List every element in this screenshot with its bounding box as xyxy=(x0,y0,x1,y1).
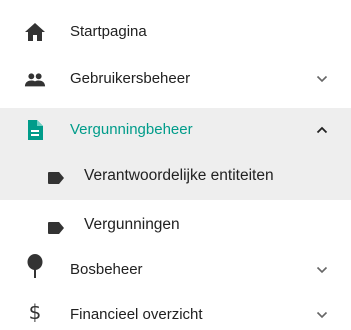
dollar-icon: $ xyxy=(28,300,42,324)
sidebar-subitem-vergunningen[interactable]: Vergunningen xyxy=(0,206,351,242)
chevron-down-icon[interactable] xyxy=(315,263,329,277)
chevron-down-icon[interactable] xyxy=(315,308,329,322)
sidebar-item-label: Startpagina xyxy=(70,23,147,40)
sidebar-item-startpagina[interactable]: Startpagina xyxy=(0,16,351,48)
sidebar-item-label: Verantwoordelijke entiteiten xyxy=(84,167,274,184)
chevron-up-icon[interactable] xyxy=(315,123,329,137)
home-icon xyxy=(24,21,46,43)
sidebar-subitem-verantwoordelijke-entiteiten[interactable]: Verantwoordelijke entiteiten xyxy=(0,152,351,200)
sidebar-item-label: Gebruikersbeheer xyxy=(70,70,191,87)
users-icon xyxy=(24,69,46,91)
sidebar-item-label: Vergunningbeheer xyxy=(70,121,193,138)
sidebar-item-label: Vergunningen xyxy=(84,216,180,233)
tree-icon xyxy=(24,254,46,278)
sidebar-item-vergunningbeheer[interactable]: Vergunningbeheer xyxy=(0,108,351,152)
sidebar-item-bosbeheer[interactable]: Bosbeheer xyxy=(0,252,351,286)
label-icon xyxy=(46,167,66,189)
sidebar-item-label: Financieel overzicht xyxy=(70,306,203,323)
sidebar-item-gebruikersbeheer[interactable]: Gebruikersbeheer xyxy=(0,62,351,94)
sidebar-item-financieel-overzicht[interactable]: $ Financieel overzicht xyxy=(0,296,351,330)
label-icon xyxy=(46,217,66,239)
sidebar-nav: Startpagina Gebruikersbeheer Vergunningb… xyxy=(0,0,351,330)
sidebar-item-label: Bosbeheer xyxy=(70,261,143,278)
chevron-down-icon[interactable] xyxy=(315,72,329,86)
document-icon xyxy=(24,119,46,141)
